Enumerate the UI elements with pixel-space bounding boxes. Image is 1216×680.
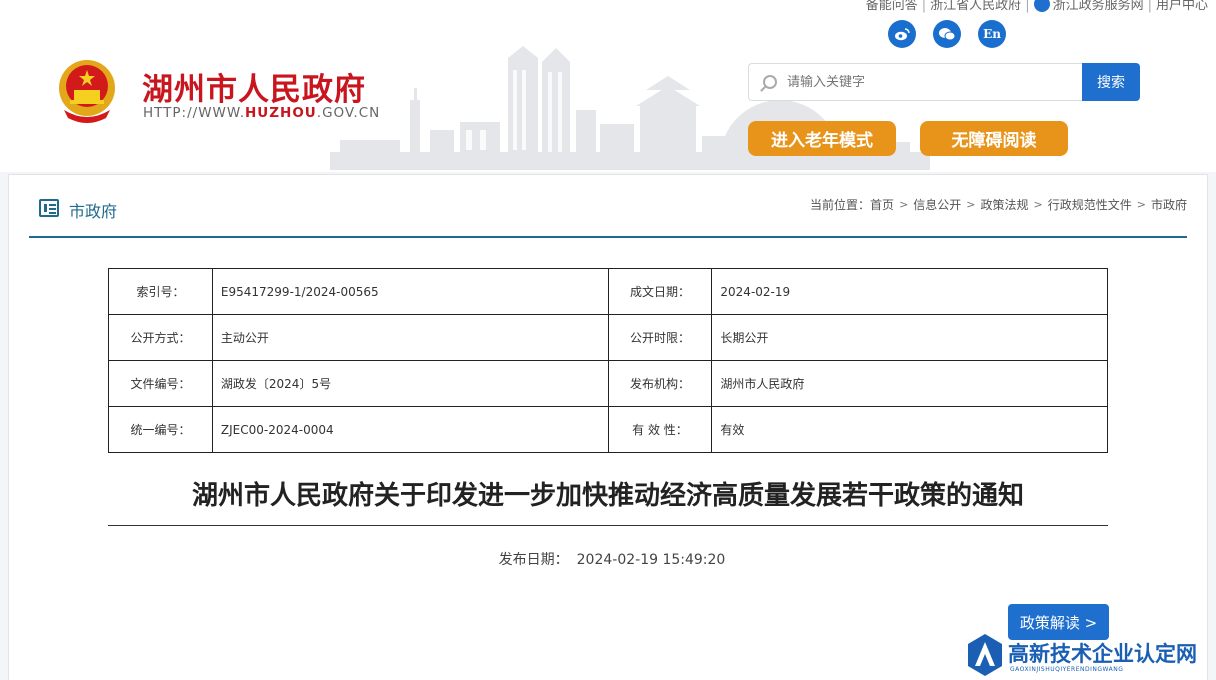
table-value: E95417299-1/2024-00565 <box>211 268 609 315</box>
social-links: En <box>888 20 1006 48</box>
document-info-table: 索引号： E95417299-1/2024-00565 成文日期： 2024-0… <box>108 268 1108 453</box>
table-value: 湖州市人民政府 <box>711 360 1108 407</box>
table-value: 湖政发〔2024〕5号 <box>211 360 609 407</box>
breadcrumb-policy-regulations[interactable]: 政策法规 <box>981 196 1029 213</box>
table-label: 统一编号： <box>108 406 213 453</box>
site-url: HTTP://WWW.HUZHOU.GOV.CN <box>143 105 381 121</box>
breadcrumb: 当前位置： 首页 > 信息公开 > 政策法规 > 行政规范性文件 > 市政府 <box>810 196 1187 213</box>
table-label: 有 效 性： <box>607 406 713 453</box>
table-label: 成文日期： <box>607 268 713 315</box>
accessible-reading-button[interactable]: 无障碍阅读 <box>920 121 1068 156</box>
watermark-text: 高新技术企业认定网 <box>1008 642 1197 666</box>
table-label: 文件编号： <box>108 360 213 407</box>
table-value: 主动公开 <box>211 314 609 361</box>
table-label: 公开方式： <box>108 314 213 361</box>
table-value: 2024-02-19 <box>711 268 1108 315</box>
table-value: 有效 <box>711 406 1108 453</box>
site-title: 湖州市人民政府 <box>142 72 366 108</box>
watermark: 高新技术企业认定网 GAOXINJISHUQIYERENDINGWANG <box>968 630 1216 680</box>
search-icon <box>763 75 777 89</box>
table-label: 发布机构： <box>607 360 713 407</box>
search-input[interactable] <box>787 74 1067 90</box>
weibo-icon[interactable] <box>888 20 916 48</box>
section-header: 市政府 当前位置： 首页 > 信息公开 > 政策法规 > 行政规范性文件 > 市政府 <box>29 175 1187 238</box>
breadcrumb-normative-docs[interactable]: 行政规范性文件 <box>1048 196 1132 213</box>
breadcrumb-prefix: 当前位置： <box>810 198 871 212</box>
top-link-zhejiang-gov[interactable]: 浙江省人民政府 <box>930 0 1021 13</box>
document-list-icon <box>39 199 59 217</box>
content-card: 市政府 当前位置： 首页 > 信息公开 > 政策法规 > 行政规范性文件 > 市政府 索… <box>8 174 1208 680</box>
site-header: 备能问答 | 浙江省人民政府 | 浙江政务服务网 | 用户中心 En 湖州市人民政府 HTT… <box>0 0 1216 172</box>
table-value: ZJEC00-2024-0004 <box>211 406 609 453</box>
table-label: 公开时限： <box>607 314 713 361</box>
publish-date-label: 发布日期： <box>498 552 569 568</box>
table-row: 文件编号： 湖政发〔2024〕5号 发布机构： 湖州市人民政府 <box>108 360 1108 407</box>
section-title: 市政府 <box>69 202 118 221</box>
table-row: 统一编号： ZJEC00-2024-0004 有 效 性： 有效 <box>108 406 1108 453</box>
table-row: 公开方式： 主动公开 公开时限： 长期公开 <box>108 314 1108 361</box>
national-emblem-logo <box>59 60 115 123</box>
watermark-subtext: GAOXINJISHUQIYERENDINGWANG <box>1010 666 1124 673</box>
document-title: 湖州市人民政府关于印发进一步加快推动经济高质量发展若干政策的通知 <box>108 475 1108 526</box>
table-label: 索引号： <box>108 268 213 315</box>
top-link-faq[interactable]: 备能问答 <box>866 0 918 13</box>
table-value: 长期公开 <box>711 314 1108 361</box>
gov-service-icon <box>1033 0 1050 12</box>
elder-mode-button[interactable]: 进入老年模式 <box>748 121 896 156</box>
publish-date: 发布日期： 2024-02-19 15:49:20 <box>108 549 1108 569</box>
search-button[interactable]: 搜索 <box>1082 63 1140 101</box>
search-field <box>748 63 1082 101</box>
top-link-user-center[interactable]: 用户中心 <box>1156 0 1208 13</box>
table-row: 索引号： E95417299-1/2024-00565 成文日期： 2024-0… <box>108 268 1108 315</box>
top-link-zjzwfw[interactable]: 浙江政务服务网 <box>1053 0 1144 13</box>
english-version-button[interactable]: En <box>978 20 1006 48</box>
breadcrumb-info-public[interactable]: 信息公开 <box>913 196 961 213</box>
top-links: 备能问答 | 浙江省人民政府 | 浙江政务服务网 | 用户中心 <box>866 0 1208 13</box>
breadcrumb-city-gov[interactable]: 市政府 <box>1151 196 1187 213</box>
wechat-icon[interactable] <box>933 20 961 48</box>
watermark-logo <box>968 634 1002 676</box>
breadcrumb-home[interactable]: 首页 <box>870 196 894 213</box>
publish-date-value: 2024-02-19 15:49:20 <box>576 552 726 568</box>
